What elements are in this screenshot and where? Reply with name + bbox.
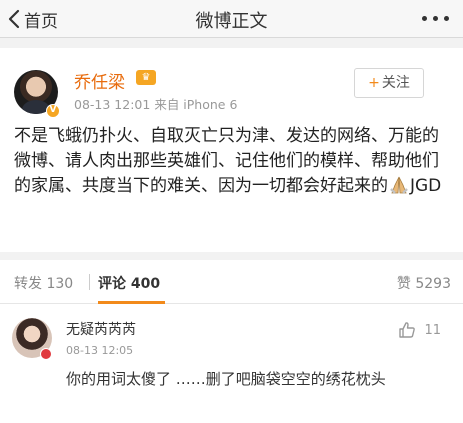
comment-label: 评论	[98, 276, 126, 292]
repost-label: 转发	[14, 276, 42, 292]
stats-bar: 转发 130 评论 400 赞 5293	[0, 260, 463, 304]
thumbs-up-icon	[399, 322, 416, 338]
tab-like[interactable]: 赞 5293	[397, 273, 451, 293]
post-text-tail: JGD	[410, 176, 442, 196]
more-dots-icon[interactable]	[422, 16, 449, 21]
comment-like-count: 11	[424, 322, 441, 338]
repost-count: 130	[46, 276, 74, 292]
post-meta: 08-13 12:01 来自 iPhone 6	[74, 94, 237, 113]
vip-crown-icon[interactable]: ♛	[136, 70, 156, 85]
praying-hands-icon	[390, 176, 408, 194]
tab-repost[interactable]: 转发 130	[14, 273, 73, 293]
navbar: 首页 微博正文	[0, 0, 463, 38]
comment-author[interactable]: 无疑芮芮芮	[66, 319, 136, 339]
post-author[interactable]: 乔任梁	[74, 68, 125, 93]
comment-badge-icon	[40, 348, 52, 360]
verified-badge-icon: V	[46, 104, 60, 118]
comment-like-button[interactable]: 11	[398, 321, 441, 339]
post-source: 来自 iPhone 6	[154, 97, 238, 112]
comment-count: 400	[130, 276, 161, 292]
post-text-body: 不是飞蛾仍扑火、自取灭亡只为津、发达的网络、万能的微博、请人肉出那些英雄们、记住…	[14, 126, 439, 196]
post-time: 08-13 12:01	[74, 97, 151, 112]
plus-icon: +	[368, 75, 380, 91]
comment-time: 08-13 12:05	[66, 344, 134, 357]
like-label: 赞	[396, 276, 411, 292]
follow-label: 关注	[381, 75, 410, 91]
comment-item: 无疑芮芮芮 08-13 12:05 11 你的用词太傻了 ……删了吧脑袋空空的绣…	[0, 304, 463, 423]
post-text: 不是飞蛾仍扑火、自取灭亡只为津、发达的网络、万能的微博、请人肉出那些英雄们、记住…	[14, 124, 450, 199]
comment-text: 你的用词太傻了 ……删了吧脑袋空空的绣花枕头	[66, 370, 386, 388]
post-card: V 乔任梁 ♛ 08-13 12:01 来自 iPhone 6 + 关注 不是飞蛾…	[0, 48, 463, 252]
tab-comment[interactable]: 评论 400	[98, 273, 160, 293]
stats-divider	[89, 274, 90, 290]
page-title: 微博正文	[195, 11, 268, 32]
like-count: 5293	[415, 276, 451, 292]
follow-button[interactable]: + 关注	[354, 68, 424, 98]
